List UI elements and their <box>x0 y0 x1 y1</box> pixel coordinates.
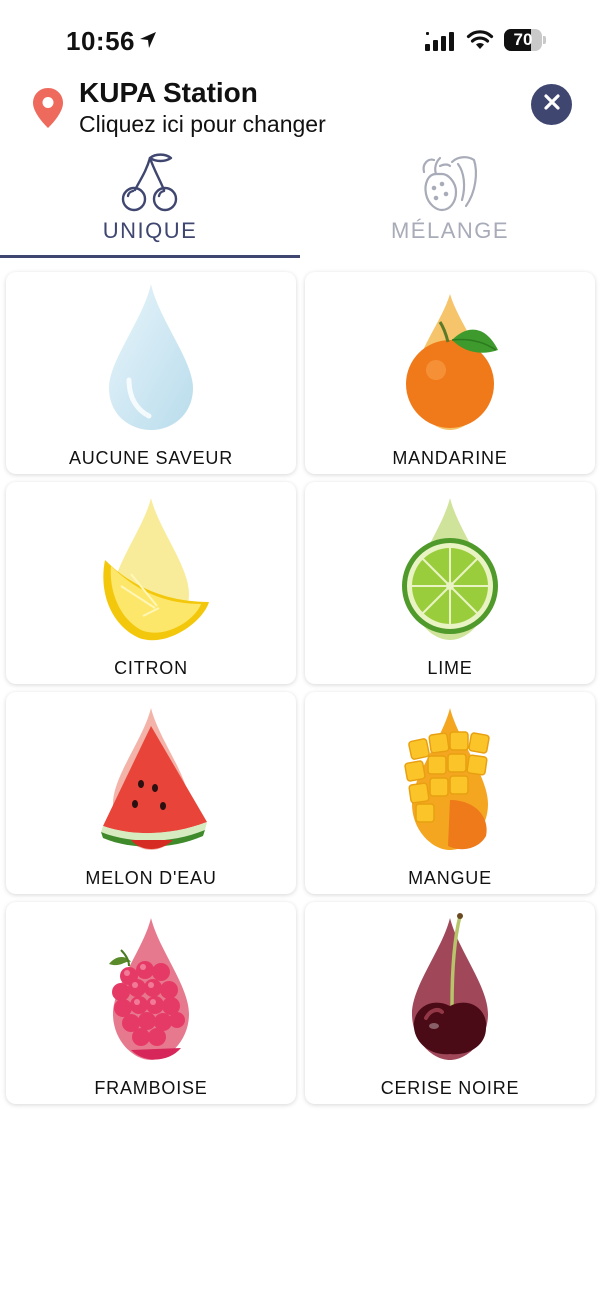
cherry-icon <box>118 152 182 219</box>
cellular-signal-icon <box>425 31 457 56</box>
black-cherry-icon <box>412 913 488 1060</box>
active-tab-indicator <box>0 255 300 258</box>
flavor-label: MANGUE <box>408 868 492 888</box>
location-arrow-icon <box>138 30 158 55</box>
raspberry-icon <box>109 918 189 1060</box>
flavor-card-mandarine[interactable]: MANDARINE <box>305 272 595 474</box>
flavor-card-melon-d-eau[interactable]: MELON D'EAU <box>6 692 296 894</box>
flavor-card-citron[interactable]: CITRON <box>6 482 296 684</box>
tab-unique-label: UNIQUE <box>102 218 198 243</box>
close-icon <box>543 94 560 115</box>
fruit-mix-icon <box>418 152 482 219</box>
flavor-label: AUCUNE SAVEUR <box>68 448 234 468</box>
mandarin-icon <box>406 294 498 430</box>
flavor-label: MANDARINE <box>392 448 508 468</box>
tab-unique[interactable]: UNIQUE <box>0 150 300 258</box>
flavor-card-aucune-saveur[interactable]: AUCUNE SAVEUR <box>6 272 296 474</box>
station-name: KUPA Station <box>79 77 258 108</box>
flavor-label: CERISE NOIRE <box>380 1078 520 1098</box>
station-selector[interactable]: KUPA Station Cliquez ici pour changer <box>0 75 600 145</box>
tab-melange-label: MÉLANGE <box>390 218 510 243</box>
mango-icon <box>404 708 490 850</box>
location-pin-icon <box>32 87 64 134</box>
wifi-icon <box>466 29 494 56</box>
flavor-card-framboise[interactable]: FRAMBOISE <box>6 902 296 1104</box>
battery-icon: 70 <box>504 29 546 51</box>
flavor-label: CITRON <box>114 658 188 678</box>
change-station-link[interactable]: Cliquez ici pour changer <box>79 111 326 138</box>
flavor-card-cerise-noire[interactable]: CERISE NOIRE <box>305 902 595 1104</box>
flavor-card-lime[interactable]: LIME <box>305 482 595 684</box>
lime-icon <box>402 498 498 640</box>
tab-melange[interactable]: MÉLANGE <box>300 150 600 258</box>
watermelon-icon <box>101 708 207 850</box>
battery-percent: 70 <box>513 30 533 49</box>
flavor-tabs: UNIQUE MÉLANGE <box>0 150 600 260</box>
flavor-label: FRAMBOISE <box>94 1078 208 1098</box>
flavor-label: LIME <box>427 658 473 678</box>
status-bar: 10:56 70 <box>0 0 600 80</box>
status-time: 10:56 <box>66 26 135 56</box>
water-drop-icon <box>109 284 193 430</box>
flavor-card-mangue[interactable]: MANGUE <box>305 692 595 894</box>
lemon-icon <box>103 498 209 641</box>
close-button[interactable] <box>531 84 572 125</box>
flavor-label: MELON D'EAU <box>85 868 217 888</box>
